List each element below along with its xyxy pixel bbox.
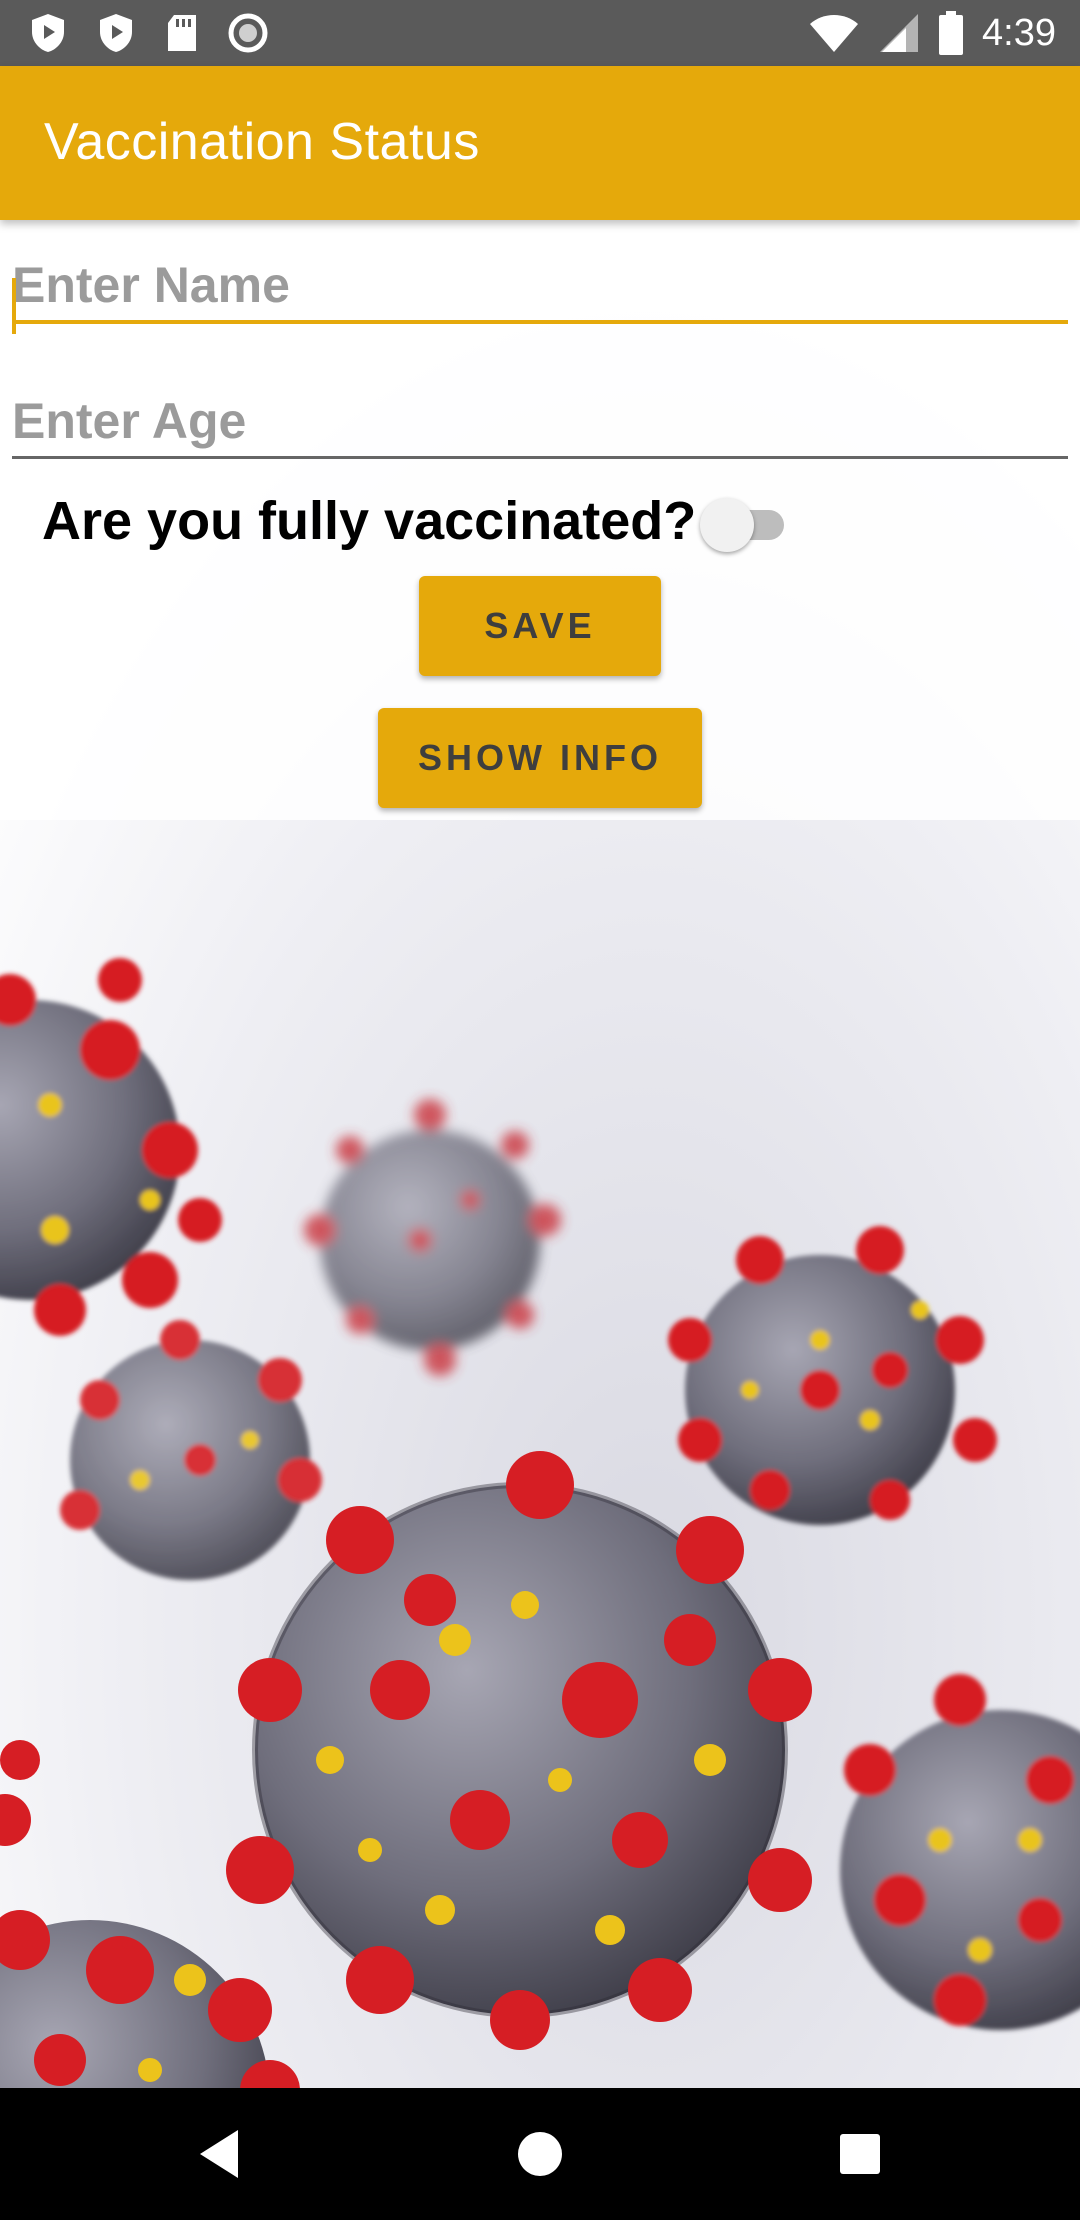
vaccinated-question: Are you fully vaccinated?	[42, 491, 697, 551]
age-input[interactable]	[12, 386, 1068, 456]
navigation-bar	[0, 2088, 1080, 2220]
app-title: Vaccination Status	[44, 113, 480, 171]
app-screen: 4:39 Vaccination Status Enter Name Enter…	[0, 0, 1080, 2220]
sd-card-icon	[168, 15, 196, 51]
text-caret	[12, 278, 16, 334]
vaccinated-switch[interactable]	[700, 498, 790, 552]
show-info-button[interactable]: SHOW INFO	[378, 708, 702, 808]
status-right-icons: 4:39	[808, 8, 1056, 58]
record-icon	[228, 13, 268, 53]
status-bar: 4:39	[0, 0, 1080, 66]
shield-icon	[32, 14, 64, 52]
status-left-icons	[28, 12, 268, 54]
age-field-underline	[12, 456, 1068, 459]
app-bar: Vaccination Status	[0, 66, 1080, 220]
name-field-underline	[12, 320, 1068, 324]
back-icon[interactable]	[190, 2122, 254, 2186]
signal-icon	[880, 14, 919, 52]
name-input[interactable]	[12, 250, 1068, 320]
home-icon[interactable]	[508, 2122, 572, 2186]
switch-thumb[interactable]	[700, 498, 754, 552]
save-button[interactable]: SAVE	[419, 576, 661, 676]
age-field[interactable]	[12, 386, 1068, 459]
wifi-icon	[810, 15, 859, 52]
name-field[interactable]	[12, 250, 1068, 334]
play-protect-icon	[100, 14, 132, 52]
battery-icon	[939, 11, 964, 55]
status-time: 4:39	[982, 12, 1056, 54]
recents-icon[interactable]	[828, 2122, 892, 2186]
